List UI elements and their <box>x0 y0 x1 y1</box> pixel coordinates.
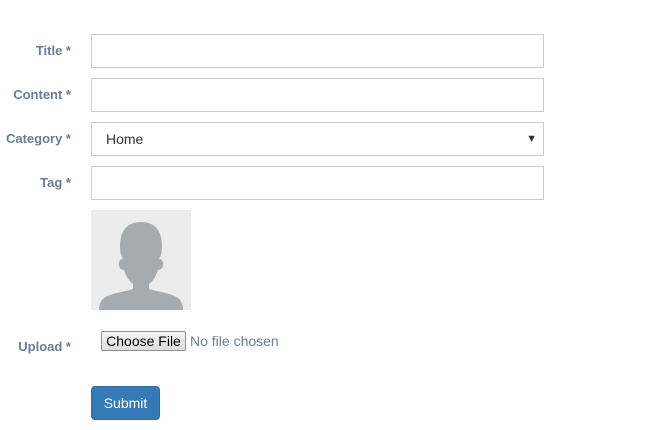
choose-file-button[interactable]: Choose File <box>101 331 186 351</box>
file-status-text: No file chosen <box>190 333 279 349</box>
upload-label: Upload * <box>18 339 71 354</box>
person-silhouette-icon <box>99 222 183 310</box>
content-input[interactable] <box>91 78 544 112</box>
content-label: Content * <box>13 87 71 102</box>
title-input[interactable] <box>91 34 544 68</box>
tag-label: Tag * <box>40 175 71 190</box>
category-selected-value: Home <box>106 131 144 147</box>
category-select[interactable]: Home ▼ <box>91 122 544 156</box>
tag-input[interactable] <box>91 166 544 200</box>
dropdown-arrow-icon: ▼ <box>526 133 537 145</box>
avatar-preview <box>91 210 191 310</box>
category-label: Category * <box>5 131 71 146</box>
submit-button[interactable]: Submit <box>91 386 160 420</box>
title-label: Title * <box>35 43 71 58</box>
